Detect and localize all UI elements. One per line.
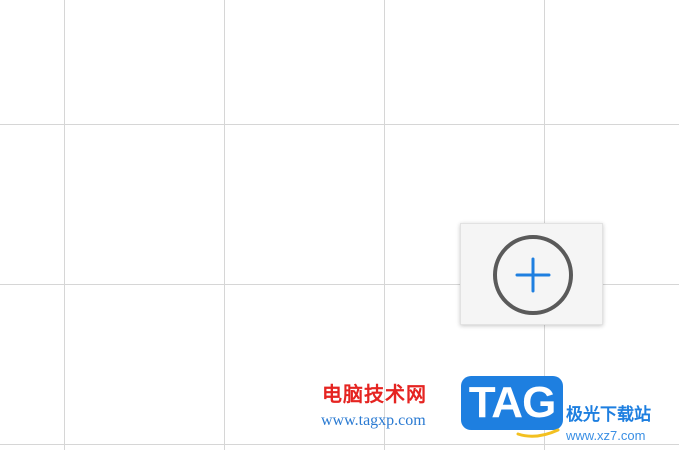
watermark-brand-url: www.xz7.com (566, 428, 646, 443)
grid-canvas: 电脑技术网 www.tagxp.com TAG 极光下载站 www.xz7.co… (0, 0, 679, 450)
grid-line-horizontal (0, 444, 679, 445)
watermark-site-name: 电脑技术网 (322, 382, 427, 406)
watermark-site-url: www.tagxp.com (321, 412, 426, 429)
grid-line-vertical (224, 0, 225, 450)
watermark-brand-name: 极光下载站 (566, 405, 651, 425)
grid-line-horizontal (0, 124, 679, 125)
grid-line-vertical (64, 0, 65, 450)
watermark-logo: TAG (461, 376, 563, 430)
swoosh-icon (516, 428, 560, 438)
add-button[interactable] (460, 223, 603, 325)
plus-circle-icon (493, 235, 573, 315)
